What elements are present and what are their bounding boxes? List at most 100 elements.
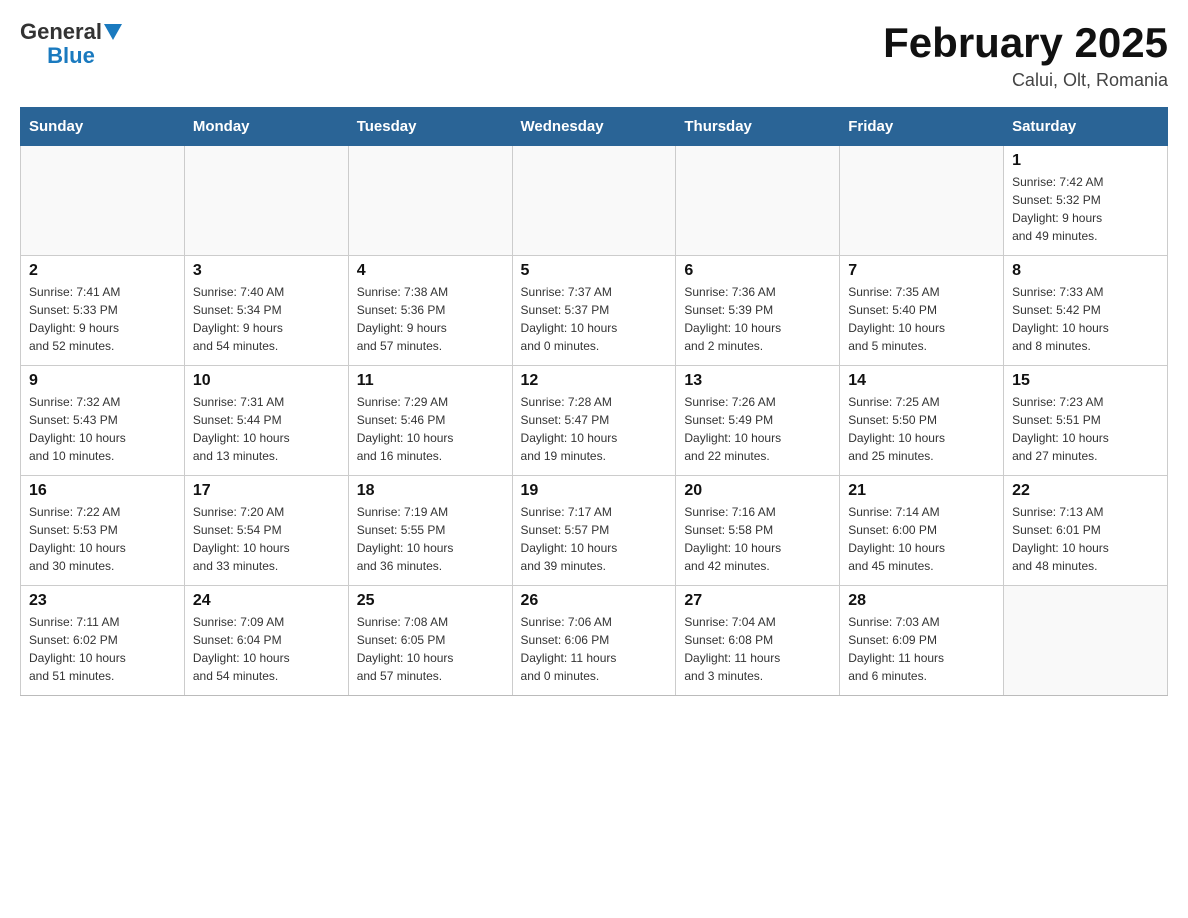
day-number: 6: [684, 262, 831, 280]
title-section: February 2025 Calui, Olt, Romania: [883, 20, 1168, 91]
logo-blue-text: Blue: [47, 43, 95, 68]
calendar-cell: 27Sunrise: 7:04 AM Sunset: 6:08 PM Dayli…: [676, 586, 840, 696]
day-info: Sunrise: 7:40 AM Sunset: 5:34 PM Dayligh…: [193, 283, 340, 355]
day-number: 4: [357, 262, 504, 280]
day-number: 22: [1012, 482, 1159, 500]
calendar-cell: 9Sunrise: 7:32 AM Sunset: 5:43 PM Daylig…: [21, 366, 185, 476]
calendar-header-row: SundayMondayTuesdayWednesdayThursdayFrid…: [21, 108, 1168, 146]
calendar-cell: 24Sunrise: 7:09 AM Sunset: 6:04 PM Dayli…: [184, 586, 348, 696]
calendar-cell: 8Sunrise: 7:33 AM Sunset: 5:42 PM Daylig…: [1004, 256, 1168, 366]
day-info: Sunrise: 7:41 AM Sunset: 5:33 PM Dayligh…: [29, 283, 176, 355]
calendar-cell: 23 Sunrise: 7:11 AM Sunset: 6:02 PM Dayli…: [21, 586, 185, 696]
day-number: 10: [193, 372, 340, 390]
day-number: 1: [1012, 152, 1159, 170]
calendar-header-monday: Monday: [184, 108, 348, 146]
day-info: Sunrise: 7:23 AM Sunset: 5:51 PM Dayligh…: [1012, 393, 1159, 465]
day-info: Sunrise: 7:08 AM Sunset: 6:05 PM Dayligh…: [357, 613, 504, 685]
calendar-week-row: 16 Sunrise: 7:22 AM Sunset: 5:53 PM Dayli…: [21, 476, 1168, 586]
day-info: Sunrise: 7:20 AM Sunset: 5:54 PM Dayligh…: [193, 503, 340, 575]
calendar-cell: 1 Sunrise: 7:42 AM Sunset: 5:32 PM Daylig…: [1004, 146, 1168, 256]
calendar-cell: [840, 146, 1004, 256]
day-number: 16: [29, 482, 176, 500]
day-number: 11: [357, 372, 504, 390]
calendar-cell: 11 Sunrise: 7:29 AM Sunset: 5:46 PM Dayli…: [348, 366, 512, 476]
calendar-table: SundayMondayTuesdayWednesdayThursdayFrid…: [20, 107, 1168, 696]
day-number: 20: [684, 482, 831, 500]
day-number: 3: [193, 262, 340, 280]
day-info: Sunrise: 7:36 AM Sunset: 5:39 PM Dayligh…: [684, 283, 831, 355]
calendar-cell: 20 Sunrise: 7:16 AM Sunset: 5:58 PM Dayli…: [676, 476, 840, 586]
calendar-header-thursday: Thursday: [676, 108, 840, 146]
day-info: Sunrise: 7:09 AM Sunset: 6:04 PM Dayligh…: [193, 613, 340, 685]
calendar-cell: 6 Sunrise: 7:36 AM Sunset: 5:39 PM Daylig…: [676, 256, 840, 366]
day-number: 12: [521, 372, 668, 390]
day-number: 26: [521, 592, 668, 610]
day-info: Sunrise: 7:35 AM Sunset: 5:40 PM Dayligh…: [848, 283, 995, 355]
day-info: Sunrise: 7:31 AM Sunset: 5:44 PM Dayligh…: [193, 393, 340, 465]
logo: General Blue: [20, 20, 122, 68]
day-info: Sunrise: 7:33 AM Sunset: 5:42 PM Dayligh…: [1012, 283, 1159, 355]
day-info: Sunrise: 7:14 AM Sunset: 6:00 PM Dayligh…: [848, 503, 995, 575]
calendar-header-friday: Friday: [840, 108, 1004, 146]
day-number: 15: [1012, 372, 1159, 390]
calendar-cell: 17 Sunrise: 7:20 AM Sunset: 5:54 PM Dayli…: [184, 476, 348, 586]
calendar-cell: [676, 146, 840, 256]
day-info: Sunrise: 7:25 AM Sunset: 5:50 PM Dayligh…: [848, 393, 995, 465]
calendar-title: February 2025: [883, 20, 1168, 66]
day-info: Sunrise: 7:28 AM Sunset: 5:47 PM Dayligh…: [521, 393, 668, 465]
day-number: 7: [848, 262, 995, 280]
calendar-cell: 22 Sunrise: 7:13 AM Sunset: 6:01 PM Dayli…: [1004, 476, 1168, 586]
day-info: Sunrise: 7:16 AM Sunset: 5:58 PM Dayligh…: [684, 503, 831, 575]
calendar-cell: 2 Sunrise: 7:41 AM Sunset: 5:33 PM Daylig…: [21, 256, 185, 366]
calendar-cell: 13Sunrise: 7:26 AM Sunset: 5:49 PM Dayli…: [676, 366, 840, 476]
day-info: Sunrise: 7:17 AM Sunset: 5:57 PM Dayligh…: [521, 503, 668, 575]
day-info: Sunrise: 7:13 AM Sunset: 6:01 PM Dayligh…: [1012, 503, 1159, 575]
day-number: 14: [848, 372, 995, 390]
day-info: Sunrise: 7:03 AM Sunset: 6:09 PM Dayligh…: [848, 613, 995, 685]
page-header: General Blue February 2025 Calui, Olt, R…: [20, 20, 1168, 91]
calendar-cell: [184, 146, 348, 256]
calendar-cell: [21, 146, 185, 256]
calendar-cell: 7 Sunrise: 7:35 AM Sunset: 5:40 PM Daylig…: [840, 256, 1004, 366]
logo-general-text: General: [20, 20, 102, 44]
calendar-header-sunday: Sunday: [21, 108, 185, 146]
day-info: Sunrise: 7:37 AM Sunset: 5:37 PM Dayligh…: [521, 283, 668, 355]
day-number: 2: [29, 262, 176, 280]
calendar-cell: 12 Sunrise: 7:28 AM Sunset: 5:47 PM Dayli…: [512, 366, 676, 476]
day-number: 19: [521, 482, 668, 500]
day-number: 25: [357, 592, 504, 610]
day-info: Sunrise: 7:38 AM Sunset: 5:36 PM Dayligh…: [357, 283, 504, 355]
calendar-header-wednesday: Wednesday: [512, 108, 676, 146]
day-number: 23: [29, 592, 176, 610]
calendar-cell: 19 Sunrise: 7:17 AM Sunset: 5:57 PM Dayli…: [512, 476, 676, 586]
calendar-cell: [1004, 586, 1168, 696]
calendar-week-row: 9Sunrise: 7:32 AM Sunset: 5:43 PM Daylig…: [21, 366, 1168, 476]
day-info: Sunrise: 7:42 AM Sunset: 5:32 PM Dayligh…: [1012, 173, 1159, 245]
day-info: Sunrise: 7:04 AM Sunset: 6:08 PM Dayligh…: [684, 613, 831, 685]
calendar-cell: 4 Sunrise: 7:38 AM Sunset: 5:36 PM Daylig…: [348, 256, 512, 366]
logo-triangle-icon: [104, 24, 122, 40]
day-info: Sunrise: 7:29 AM Sunset: 5:46 PM Dayligh…: [357, 393, 504, 465]
calendar-cell: 18 Sunrise: 7:19 AM Sunset: 5:55 PM Dayli…: [348, 476, 512, 586]
day-number: 5: [521, 262, 668, 280]
day-info: Sunrise: 7:26 AM Sunset: 5:49 PM Dayligh…: [684, 393, 831, 465]
day-info: Sunrise: 7:06 AM Sunset: 6:06 PM Dayligh…: [521, 613, 668, 685]
day-info: Sunrise: 7:19 AM Sunset: 5:55 PM Dayligh…: [357, 503, 504, 575]
day-info: Sunrise: 7:32 AM Sunset: 5:43 PM Dayligh…: [29, 393, 176, 465]
calendar-cell: 14 Sunrise: 7:25 AM Sunset: 5:50 PM Dayli…: [840, 366, 1004, 476]
calendar-cell: [512, 146, 676, 256]
calendar-cell: 25 Sunrise: 7:08 AM Sunset: 6:05 PM Dayli…: [348, 586, 512, 696]
calendar-week-row: 1 Sunrise: 7:42 AM Sunset: 5:32 PM Daylig…: [21, 146, 1168, 256]
day-number: 18: [357, 482, 504, 500]
day-number: 21: [848, 482, 995, 500]
day-number: 17: [193, 482, 340, 500]
calendar-header-saturday: Saturday: [1004, 108, 1168, 146]
calendar-cell: 10 Sunrise: 7:31 AM Sunset: 5:44 PM Dayli…: [184, 366, 348, 476]
calendar-cell: 26 Sunrise: 7:06 AM Sunset: 6:06 PM Dayli…: [512, 586, 676, 696]
calendar-cell: 15 Sunrise: 7:23 AM Sunset: 5:51 PM Dayli…: [1004, 366, 1168, 476]
calendar-week-row: 2 Sunrise: 7:41 AM Sunset: 5:33 PM Daylig…: [21, 256, 1168, 366]
day-info: Sunrise: 7:22 AM Sunset: 5:53 PM Dayligh…: [29, 503, 176, 575]
calendar-header-tuesday: Tuesday: [348, 108, 512, 146]
day-info: Sunrise: 7:11 AM Sunset: 6:02 PM Dayligh…: [29, 613, 176, 685]
day-number: 28: [848, 592, 995, 610]
